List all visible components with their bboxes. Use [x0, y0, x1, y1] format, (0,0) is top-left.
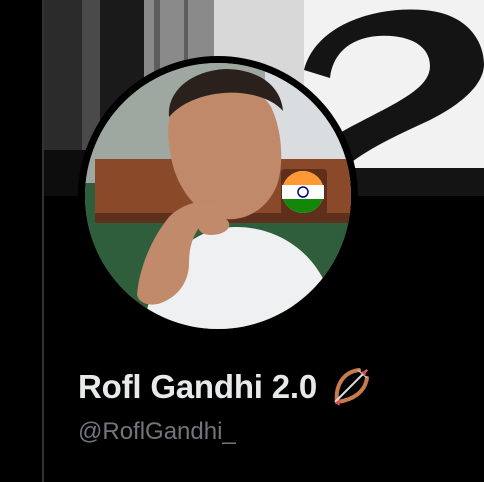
display-name: Rofl Gandhi 2.0 [78, 367, 318, 405]
user-handle: @RoflGandhi_ [78, 418, 236, 445]
display-name-row: Rofl Gandhi 2.0 [78, 358, 375, 414]
bow-and-arrow-icon [327, 362, 375, 410]
left-margin [0, 0, 42, 482]
avatar-image [85, 63, 351, 329]
avatar[interactable] [85, 63, 351, 329]
avatar-frame[interactable] [78, 56, 358, 336]
